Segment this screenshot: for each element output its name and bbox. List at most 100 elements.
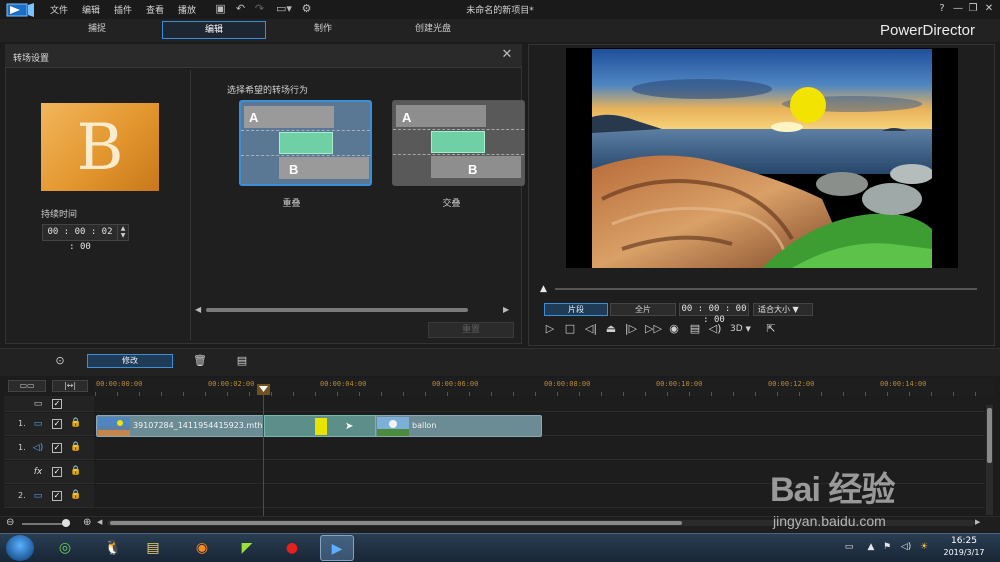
- clock-date[interactable]: 2019/3/17: [934, 548, 994, 557]
- menu-playback[interactable]: 播放: [178, 3, 196, 16]
- start-button[interactable]: [6, 535, 34, 561]
- fit-size-dropdown[interactable]: 适合大小 ▼: [753, 303, 813, 316]
- more-functions-icon[interactable]: ▤: [234, 353, 250, 369]
- tab-produce[interactable]: 制作: [271, 21, 375, 39]
- video-clip[interactable]: ballon: [375, 415, 542, 437]
- playhead-handle-icon[interactable]: [257, 384, 270, 395]
- editor-app-icon[interactable]: ◤: [230, 535, 264, 561]
- flag-icon[interactable]: ⚑: [881, 541, 893, 553]
- menu-edit[interactable]: 编辑: [82, 3, 100, 16]
- modify-button[interactable]: 修改: [87, 354, 173, 368]
- restore-button[interactable]: ❐: [967, 3, 979, 15]
- panel-close-icon[interactable]: ✕: [500, 47, 514, 62]
- redo-icon[interactable]: ↷: [253, 3, 266, 15]
- qq-icon[interactable]: 🐧: [96, 535, 130, 561]
- app-name: PowerDirector: [880, 22, 976, 39]
- trash-icon[interactable]: 🗑: [192, 353, 208, 369]
- video-clip[interactable]: 39107284_1411954415923.mth: [96, 415, 266, 437]
- fit-timeline-button[interactable]: |↔|: [52, 380, 88, 392]
- lock-icon[interactable]: 🔒: [70, 465, 82, 477]
- powerdirector-taskbar-icon[interactable]: ▶: [320, 535, 354, 561]
- movie-mode-button[interactable]: 全片: [610, 303, 676, 316]
- undo-icon[interactable]: ↶: [234, 3, 247, 15]
- reset-button[interactable]: 重置: [428, 322, 514, 338]
- zoom-in-icon[interactable]: ⊕: [83, 517, 91, 528]
- fast-forward-icon[interactable]: ▷▷: [645, 322, 662, 336]
- chevron-down-icon: ▼: [745, 325, 751, 333]
- gear-icon[interactable]: ⚙: [300, 3, 313, 15]
- scrubber-handle-icon[interactable]: ▲: [540, 284, 547, 294]
- track-manager-button[interactable]: ▭▭: [8, 380, 46, 392]
- lock-icon[interactable]: 🔒: [70, 417, 82, 429]
- stop-icon[interactable]: □: [563, 322, 577, 336]
- track-header: ▭ ✓: [4, 396, 94, 412]
- transition-option-cross[interactable]: A B: [392, 100, 525, 186]
- lock-icon[interactable]: 🔒: [70, 489, 82, 501]
- preview-scrubber[interactable]: [555, 288, 977, 290]
- clip-mode-button[interactable]: 片段: [544, 303, 608, 316]
- preview-image: [592, 49, 932, 268]
- ruler-label: 00:00:08:00: [544, 380, 591, 388]
- playhead-line[interactable]: [263, 384, 264, 516]
- next-frame-icon[interactable]: |▷: [624, 322, 638, 336]
- guide-line: [241, 155, 370, 156]
- transition-option-overlap[interactable]: A B: [239, 100, 372, 186]
- 3d-mode-button[interactable]: 3D ▼: [730, 322, 756, 336]
- powerdirector-logo-icon[interactable]: [6, 2, 36, 18]
- guide-line: [393, 129, 524, 130]
- scroll-left-icon[interactable]: ◀: [195, 305, 201, 314]
- track-enable-checkbox[interactable]: ✓: [52, 491, 62, 501]
- close-button[interactable]: ✕: [983, 3, 995, 15]
- baidu-watermark-url: jingyan.baidu.com: [773, 513, 886, 529]
- horizontal-scrollbar-thumb[interactable]: [110, 521, 682, 525]
- preview-timecode[interactable]: 00 : 00 : 00 : 00: [679, 303, 749, 325]
- video-track-icon: ▭: [33, 491, 43, 501]
- mark-icon[interactable]: ⏏: [604, 322, 618, 336]
- track-lane[interactable]: [95, 396, 985, 412]
- help-button[interactable]: ?: [936, 3, 948, 15]
- panel-scrollbar[interactable]: [206, 308, 468, 312]
- scroll-right-icon[interactable]: ▶: [975, 518, 980, 526]
- tab-edit[interactable]: 编辑: [162, 21, 266, 39]
- track-enable-checkbox[interactable]: ✓: [52, 467, 62, 477]
- track-enable-checkbox[interactable]: ✓: [52, 399, 62, 409]
- menu-file[interactable]: 文件: [50, 3, 68, 16]
- browser-360-icon[interactable]: ◎: [48, 535, 82, 561]
- transition-clip[interactable]: ➤: [264, 415, 376, 437]
- tab-capture[interactable]: 捕捉: [45, 21, 149, 39]
- tab-create-disc[interactable]: 创建光盘: [381, 21, 485, 39]
- track-enable-checkbox[interactable]: ✓: [52, 443, 62, 453]
- zoom-out-icon[interactable]: ⊖: [6, 517, 14, 528]
- keyboard-icon[interactable]: ▭: [843, 541, 855, 553]
- previous-frame-icon[interactable]: ◁|: [584, 322, 598, 336]
- play-icon[interactable]: ▷: [543, 322, 557, 336]
- vertical-scrollbar-thumb[interactable]: [987, 408, 992, 463]
- track-enable-checkbox[interactable]: ✓: [52, 419, 62, 429]
- recorder-icon[interactable]: ●: [275, 535, 309, 561]
- track-number: 1.: [18, 419, 26, 428]
- expand-tools-icon[interactable]: ⊙: [52, 353, 68, 369]
- save-icon[interactable]: ▣: [214, 3, 227, 15]
- aspect-ratio-icon[interactable]: ▭▾: [273, 3, 295, 15]
- snapshot-icon[interactable]: ◉: [667, 322, 681, 336]
- menu-plugins[interactable]: 插件: [114, 3, 132, 16]
- track-lane[interactable]: [95, 437, 985, 460]
- volume-icon[interactable]: ◁): [708, 322, 722, 336]
- zoom-slider-handle[interactable]: [62, 519, 70, 527]
- menu-view[interactable]: 查看: [146, 3, 164, 16]
- duration-input[interactable]: 00 : 00 : 02 : 00: [42, 224, 118, 252]
- thumbnail-letter: B: [76, 111, 124, 185]
- undock-icon[interactable]: ⇱: [764, 322, 778, 336]
- minimize-button[interactable]: —: [952, 3, 964, 15]
- scroll-left-icon[interactable]: ◀: [97, 518, 102, 526]
- tray-expand-icon[interactable]: ▲: [865, 541, 877, 553]
- duration-stepper[interactable]: ▲ ▼: [117, 224, 129, 241]
- volume-tray-icon[interactable]: ◁): [900, 541, 912, 553]
- lock-icon[interactable]: 🔒: [70, 441, 82, 453]
- firefox-icon[interactable]: ◉: [185, 535, 219, 561]
- subtitle-icon[interactable]: ▤: [688, 322, 702, 336]
- clock-time[interactable]: 16:25: [944, 536, 984, 546]
- network-icon[interactable]: ☀: [918, 541, 930, 553]
- explorer-icon[interactable]: ▤: [136, 535, 170, 561]
- scroll-right-icon[interactable]: ▶: [503, 305, 509, 314]
